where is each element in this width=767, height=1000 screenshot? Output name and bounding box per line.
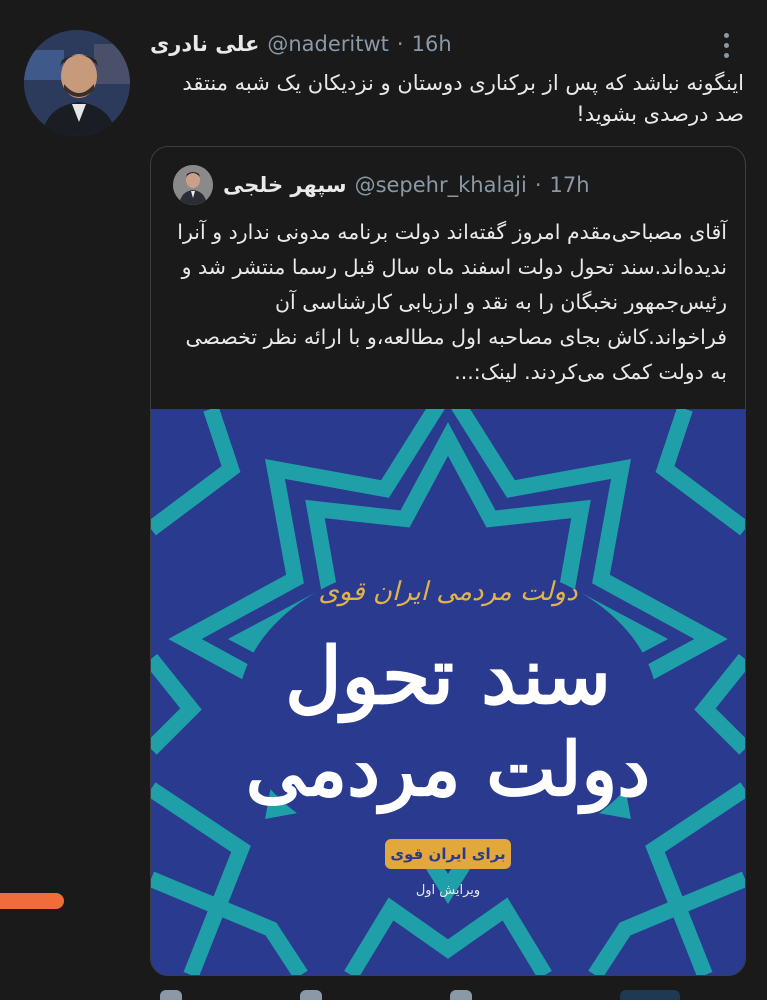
retweet-icon[interactable] <box>300 990 322 1000</box>
author-name[interactable]: علی نادری <box>150 32 259 56</box>
tweet-time[interactable]: 16h <box>412 32 452 56</box>
quoted-tweet[interactable]: سپهر خلجی @sepehr_khalaji · 17h آقای مصب… <box>150 146 746 976</box>
tweet[interactable]: علی نادری @naderitwt · 16h اینگونه نباشد… <box>0 0 767 1000</box>
quoted-author-avatar[interactable] <box>173 165 213 205</box>
separator-dot: · <box>396 32 404 56</box>
quoted-header: سپهر خلجی @sepehr_khalaji · 17h <box>223 173 590 197</box>
screen: علی نادری @naderitwt · 16h اینگونه نباشد… <box>0 0 767 1000</box>
action-bar <box>150 990 744 1000</box>
author-handle[interactable]: @naderitwt <box>267 32 389 56</box>
book-title-line2: دولت مردمی <box>245 727 651 813</box>
book-badge: برای ایران قوی <box>385 839 511 869</box>
book-edition: ویرایش اول <box>415 883 481 898</box>
quoted-media-image[interactable]: دولت مردمی ایران قوی سند تحول دولت مردمی… <box>151 409 745 975</box>
orange-annotation-mark <box>0 893 64 909</box>
quoted-time[interactable]: 17h <box>550 173 590 197</box>
tweet-text: اینگونه نباشد که پس از برکناری دوستان و … <box>182 71 744 126</box>
reply-icon[interactable] <box>160 990 182 1000</box>
like-icon[interactable] <box>450 990 472 1000</box>
book-title-line1: سند تحول <box>284 631 611 722</box>
author-avatar[interactable] <box>24 30 130 136</box>
book-subtitle: دولت مردمی ایران قوی <box>318 577 578 607</box>
quoted-author-name[interactable]: سپهر خلجی <box>223 173 347 197</box>
more-options-icon[interactable] <box>714 30 738 60</box>
quoted-text: آقای مصباحی‌مقدم امروز گفته‌اند دولت برن… <box>177 220 727 384</box>
tweet-header: علی نادری @naderitwt · 16h <box>150 32 452 56</box>
quoted-separator-dot: · <box>534 173 542 197</box>
quoted-author-handle[interactable]: @sepehr_khalaji <box>355 173 527 197</box>
share-icon[interactable] <box>620 990 680 1000</box>
